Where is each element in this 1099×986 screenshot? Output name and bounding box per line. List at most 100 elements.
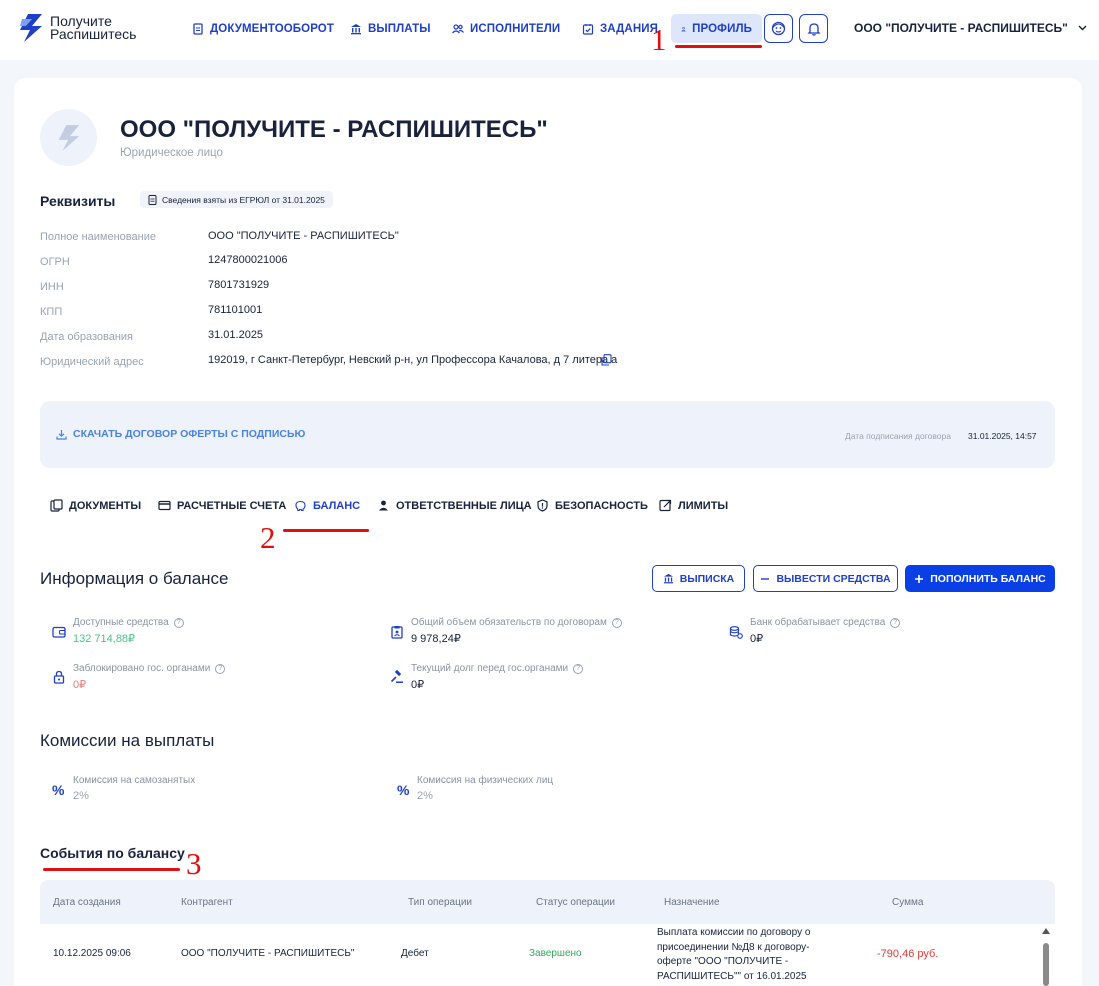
- purpose-line: оферте "ООО "ПОЛУЧИТЕ -: [657, 956, 789, 967]
- withdraw-button-label: ВЫВЕСТИ СРЕДСТВА: [776, 572, 891, 585]
- download-offer-label: СКАЧАТЬ ДОГОВОР ОФЕРТЫ С ПОДПИСЬЮ: [73, 428, 306, 440]
- egrul-chip: Сведения взяты из ЕГРЮЛ от 31.01.2025: [140, 191, 333, 208]
- person-icon: [379, 500, 388, 511]
- sign-date-label: Дата подписания договора: [845, 431, 951, 441]
- chevron-down-icon: [1078, 25, 1087, 31]
- requisite-label: ОГРН: [40, 256, 70, 268]
- support-button[interactable]: [764, 14, 793, 43]
- card-icon: [158, 500, 171, 511]
- help-icon[interactable]: ?: [215, 663, 226, 674]
- annotation-mark-3: 3: [186, 846, 202, 881]
- help-icon[interactable]: ?: [890, 617, 901, 628]
- contract-obligations-icon: [391, 626, 403, 639]
- scroll-thumb[interactable]: [1043, 943, 1049, 986]
- commission-value: 2%: [417, 790, 433, 802]
- tab-documents[interactable]: ДОКУМЕНТЫ: [50, 499, 141, 512]
- tab-limits[interactable]: ЛИМИТЫ: [659, 499, 728, 512]
- scroll-up-arrow-icon[interactable]: [1042, 928, 1050, 934]
- company-selector[interactable]: ООО "ПОЛУЧИТЕ - РАСПИШИТЕСЬ": [854, 21, 1087, 35]
- document-icon: [148, 194, 157, 205]
- sign-date-value: 31.01.2025, 14:57: [968, 431, 1037, 441]
- requisite-value: 781101001: [208, 304, 263, 316]
- nav-executors[interactable]: ИСПОЛНИТЕЛИ: [452, 14, 560, 43]
- gavel-icon: [390, 670, 403, 683]
- obligations-label: Общий объем обязательств по договорам?: [411, 617, 622, 628]
- events-title: События по балансу: [40, 845, 185, 861]
- tab-label: БАЛАНС: [313, 499, 361, 512]
- bank-processing-value: 0₽: [750, 633, 764, 645]
- balance-title: Информация о балансе: [40, 569, 229, 588]
- tab-accounts[interactable]: РАСЧЕТНЫЕ СЧЕТА: [158, 499, 286, 512]
- statement-button[interactable]: ВЫПИСКА: [652, 565, 745, 592]
- topup-button-label: ПОПОЛНИТЬ БАЛАНС: [930, 572, 1046, 585]
- topup-button[interactable]: ПОПОЛНИТЬ БАЛАНС: [905, 565, 1055, 592]
- shield-icon: [537, 499, 548, 512]
- requisite-label: ИНН: [40, 281, 64, 293]
- minus-icon: [761, 577, 770, 580]
- tab-label: БЕЗОПАСНОСТЬ: [555, 499, 648, 512]
- requisites-title: Реквизиты: [40, 193, 116, 209]
- bank-icon: [351, 23, 361, 34]
- annotation-underline-2: [283, 529, 369, 532]
- copy-icon[interactable]: [601, 354, 612, 366]
- wallet-icon: [52, 626, 66, 638]
- commission-label: Комиссия на самозанятых: [73, 775, 196, 786]
- column-header: Статус операции: [536, 897, 615, 908]
- nav-documents-label: ДОКУМЕНТООБОРОТ: [210, 22, 334, 35]
- lock-icon: [53, 670, 65, 684]
- nav-payouts[interactable]: ВЫПЛАТЫ: [350, 14, 431, 43]
- plus-icon: [915, 574, 924, 583]
- requisite-label: Полное наименование: [40, 231, 156, 243]
- requisite-value: 7801731929: [208, 279, 270, 291]
- purpose-line: Выплата комиссии по договору о: [657, 927, 811, 938]
- tab-balance[interactable]: БАЛАНС: [294, 499, 360, 512]
- nav-documents[interactable]: ДОКУМЕНТООБОРОТ: [192, 14, 334, 43]
- nav-profile[interactable]: ПРОФИЛЬ: [671, 14, 762, 43]
- logo-icon[interactable]: [18, 13, 44, 43]
- logo-line2: Распишитесь: [50, 26, 137, 42]
- column-header: Тип операции: [408, 897, 473, 908]
- requisite-label: Юридический адрес: [40, 356, 144, 368]
- available-funds-value: 132 714,88₽: [73, 633, 136, 645]
- nav-tasks-label: ЗАДАНИЯ: [600, 22, 658, 35]
- tab-label: ДОКУМЕНТЫ: [69, 499, 142, 512]
- help-icon[interactable]: ?: [611, 617, 622, 628]
- withdraw-button[interactable]: ВЫВЕСТИ СРЕДСТВА: [753, 565, 898, 592]
- company-name: ООО "ПОЛУЧИТЕ - РАСПИШИТЕСЬ": [120, 116, 548, 143]
- blocked-value: 0₽: [73, 679, 87, 691]
- nav-payouts-label: ВЫПЛАТЫ: [368, 22, 431, 35]
- help-icon[interactable]: ?: [173, 617, 184, 628]
- commission-value: 2%: [73, 790, 89, 802]
- download-offer-link[interactable]: СКАЧАТЬ ДОГОВОР ОФЕРТЫ С ПОДПИСЬЮ: [56, 428, 305, 440]
- purpose-line: присоединении №Д8 к договору-: [657, 941, 810, 953]
- piggy-bank-icon: [295, 500, 306, 512]
- stat-label-text: Доступные средства: [73, 617, 169, 628]
- tab-security[interactable]: БЕЗОПАСНОСТЬ: [536, 499, 648, 512]
- export-icon: [659, 499, 672, 512]
- help-icon[interactable]: ?: [573, 663, 584, 674]
- requisite-value: 31.01.2025: [208, 329, 264, 341]
- requisite-label: Дата образования: [40, 331, 133, 343]
- tab-responsible-persons[interactable]: ОТВЕТСТВЕННЫЕ ЛИЦА: [377, 499, 532, 512]
- stat-label-text: Банк обрабатывает средства: [750, 617, 886, 628]
- logo-text[interactable]: Получите Распишитесь: [50, 14, 137, 42]
- statement-button-label: ВЫПИСКА: [679, 572, 735, 585]
- commissions-title: Комиссии на выплаты: [40, 731, 215, 750]
- gov-debt-label: Текущий долг перед гос.органами?: [411, 663, 584, 674]
- user-icon: [681, 26, 686, 31]
- table-scrollbar[interactable]: [1040, 924, 1052, 986]
- notifications-button[interactable]: [799, 14, 828, 43]
- requisite-label: КПП: [40, 306, 63, 318]
- top-header: Получите Распишитесь ДОКУМЕНТООБОРОТ ВЫП…: [0, 0, 1099, 60]
- commission-label: Комиссия на физических лиц: [417, 775, 554, 786]
- cell-amount: -790,46 руб.: [877, 948, 939, 960]
- nav-tasks[interactable]: ЗАДАНИЯ: [582, 14, 658, 43]
- bank-processing-label: Банк обрабатывает средства?: [750, 617, 901, 628]
- logo-placeholder-icon: [58, 124, 79, 151]
- percent-icon: %: [397, 782, 410, 798]
- bell-icon: [806, 22, 821, 36]
- blocked-label: Заблокировано гос. органами?: [73, 663, 226, 674]
- egrul-chip-label: Сведения взяты из ЕГРЮЛ от 31.01.2025: [162, 194, 325, 205]
- nav-profile-label: ПРОФИЛЬ: [692, 22, 752, 35]
- download-icon: [56, 429, 67, 440]
